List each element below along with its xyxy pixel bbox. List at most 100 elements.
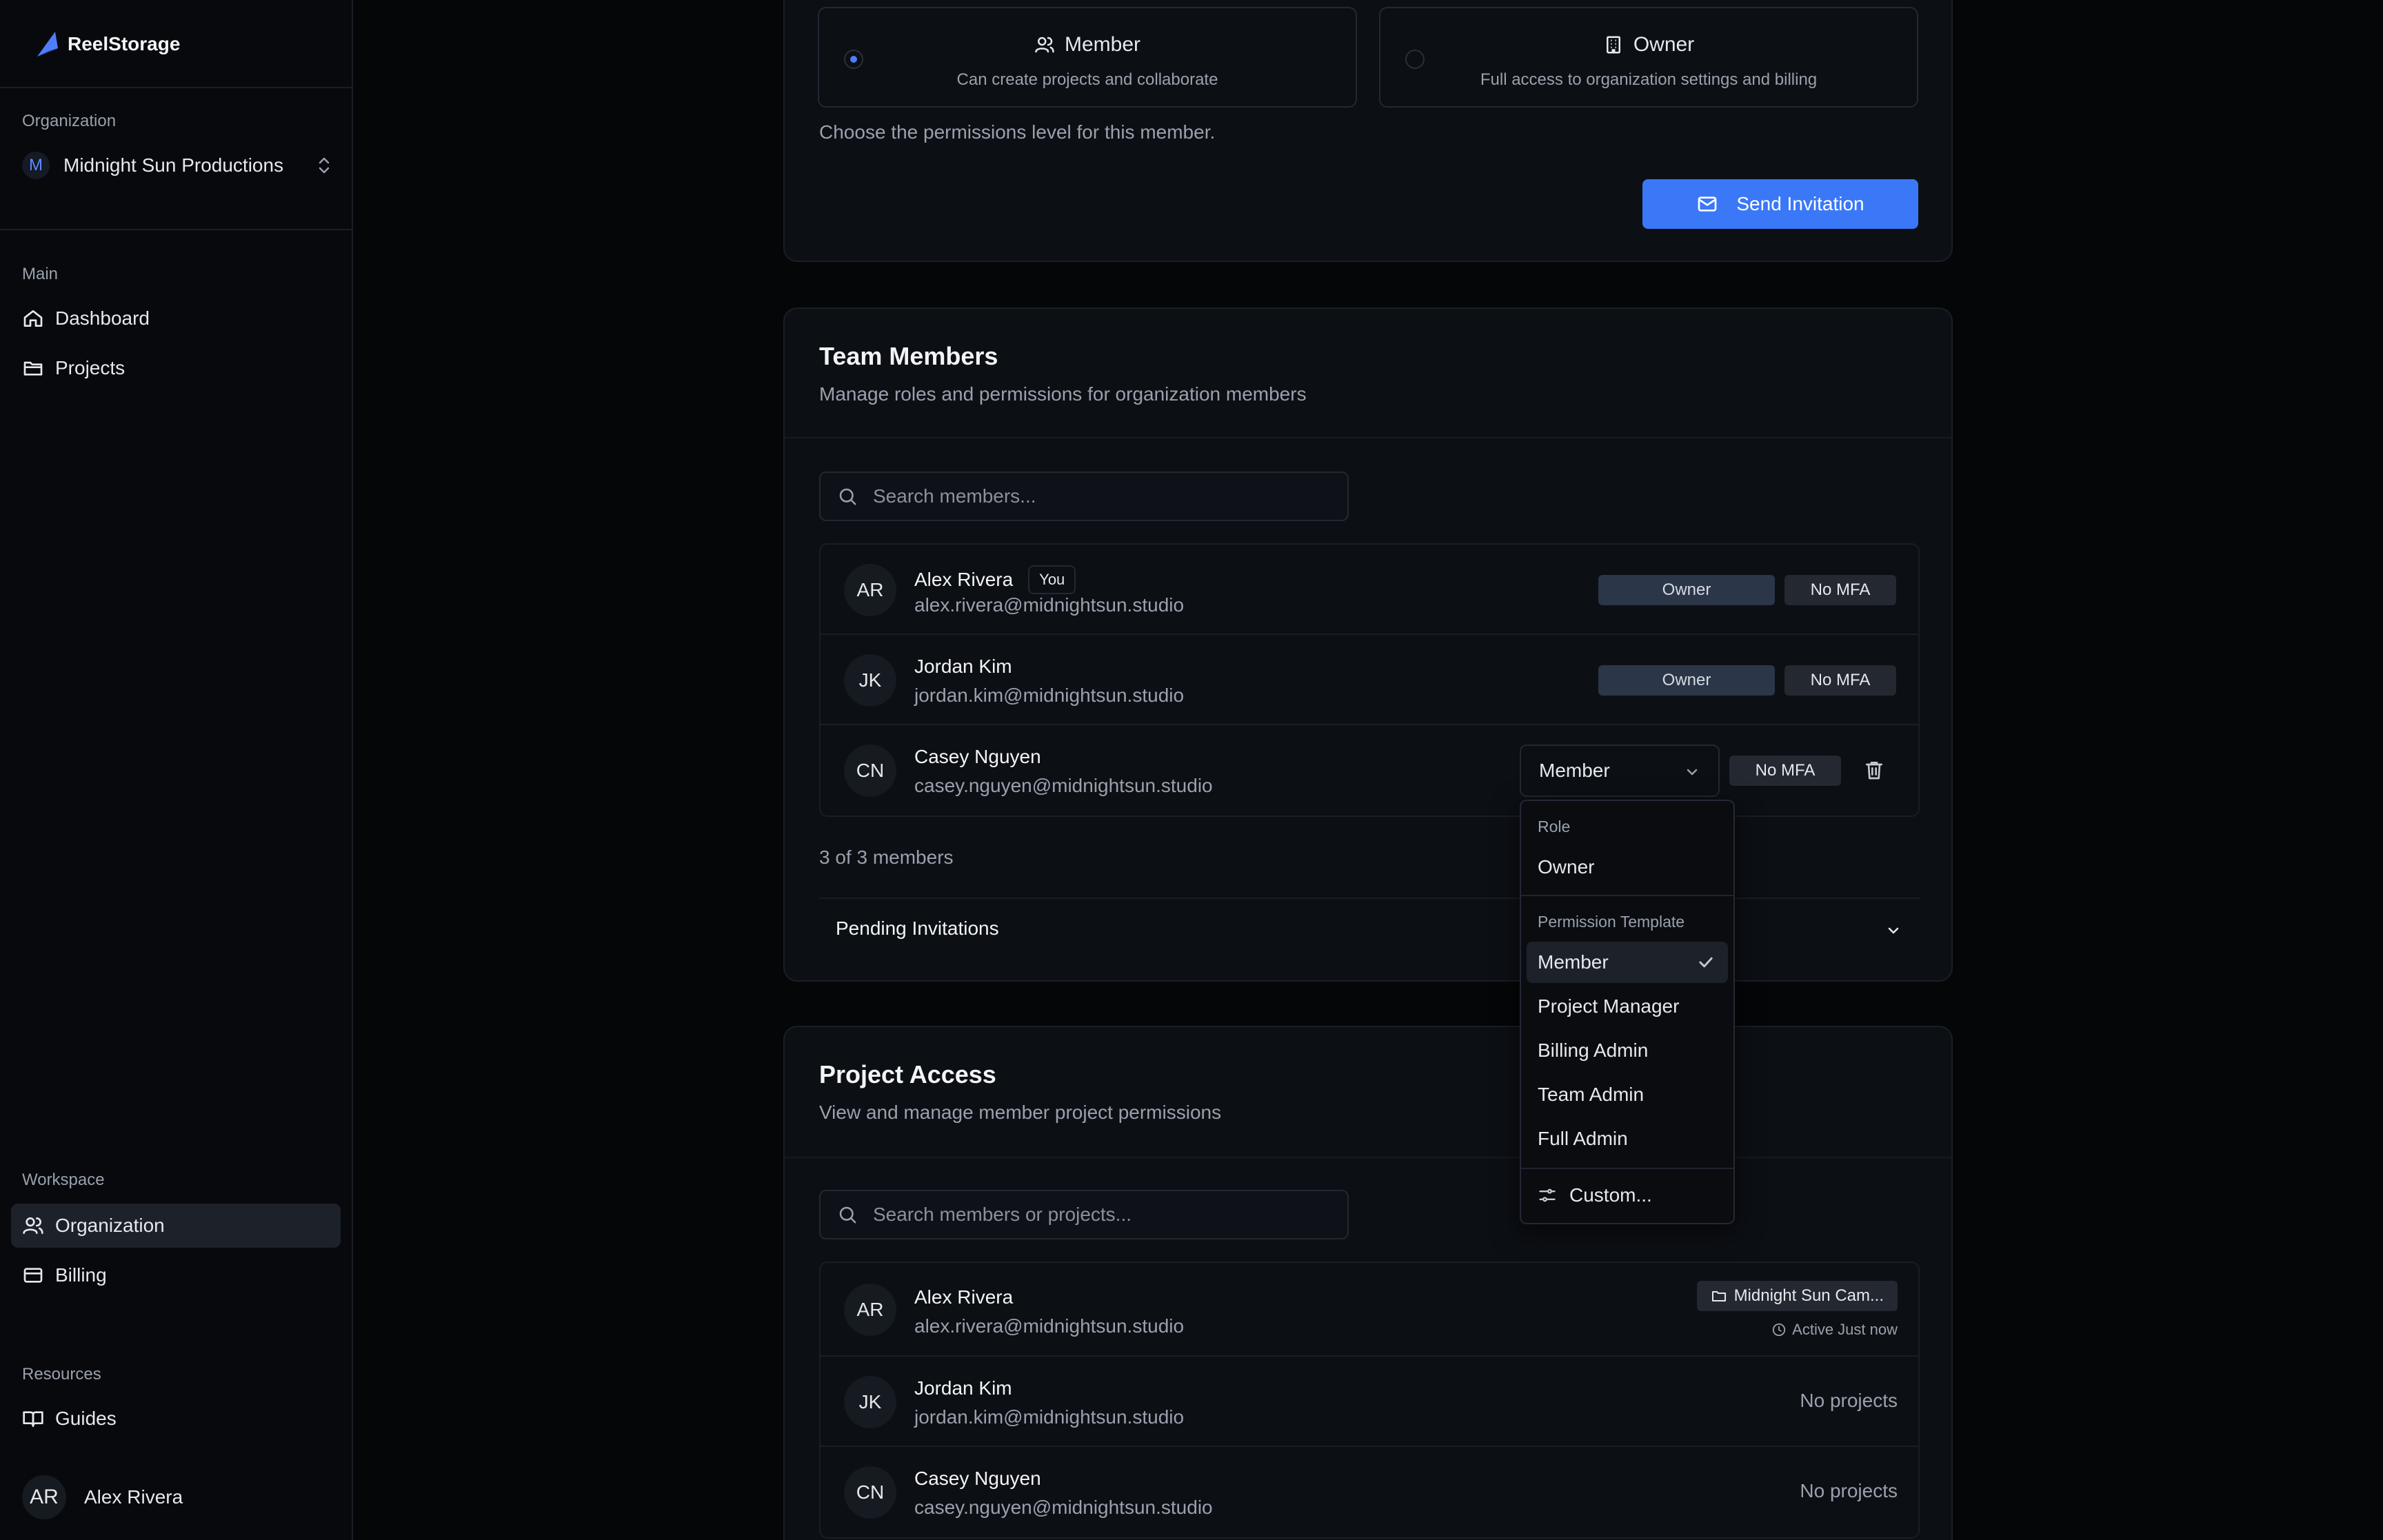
dropdown-separator xyxy=(1521,1168,1733,1169)
card-title: Team Members xyxy=(819,342,998,370)
user-name: Alex Rivera xyxy=(84,1486,183,1508)
mail-icon xyxy=(1698,196,1717,212)
users-icon xyxy=(1035,37,1054,53)
permissions-hint: Choose the permissions level for this me… xyxy=(819,121,1216,143)
project-tag[interactable]: Midnight Sun Cam... xyxy=(1696,1281,1898,1311)
dropdown-item-full-admin[interactable]: Full Admin xyxy=(1527,1118,1728,1159)
activity-text: Active Just now xyxy=(1792,1321,1898,1338)
project-access-card: Project Access View and manage member pr… xyxy=(783,1026,1953,1540)
member-name: Alex Rivera xyxy=(914,569,1014,590)
role-option-owner[interactable]: Owner Full access to organization settin… xyxy=(1379,7,1918,108)
role-owner-title: Owner xyxy=(1633,33,1695,56)
clock-icon xyxy=(1772,1323,1786,1337)
invite-member-card: Member Can create projects and collabora… xyxy=(783,0,1953,262)
activity-status: Active Just now xyxy=(1771,1321,1898,1339)
access-row: CN Casey Nguyen casey.nguyen@midnightsun… xyxy=(821,1447,1918,1537)
radio-selected-dot xyxy=(850,56,857,63)
brand-logo[interactable]: ReelStorage xyxy=(34,30,180,58)
avatar: AR xyxy=(844,1284,896,1336)
member-row: AR Alex Rivera You alex.rivera@midnights… xyxy=(821,545,1918,635)
member-email: casey.nguyen@midnightsun.studio xyxy=(914,1497,1213,1518)
building-icon xyxy=(1606,36,1620,54)
role-member-title: Member xyxy=(1064,33,1141,56)
member-email: casey.nguyen@midnightsun.studio xyxy=(914,775,1213,796)
organization-section-label: Organization xyxy=(22,112,117,130)
search-input[interactable] xyxy=(873,1204,1314,1226)
role-option-title: Member xyxy=(819,33,1356,57)
check-icon xyxy=(1699,957,1713,968)
member-name-line: Casey Nguyen xyxy=(914,746,1041,768)
mfa-badge: No MFA xyxy=(1729,756,1841,786)
nav-item-billing[interactable]: Billing xyxy=(11,1253,341,1297)
organization-name: Midnight Sun Productions xyxy=(63,154,284,176)
credit-card-icon xyxy=(23,1268,43,1283)
member-row: CN Casey Nguyen casey.nguyen@midnightsun… xyxy=(821,725,1918,815)
card-divider xyxy=(785,437,1951,438)
dropdown-item-billing-admin[interactable]: Billing Admin xyxy=(1527,1030,1728,1071)
project-search[interactable] xyxy=(819,1190,1349,1239)
avatar: JK xyxy=(844,1376,896,1428)
search-icon xyxy=(839,1206,856,1224)
pending-invitations-toggle[interactable]: Pending Invitations xyxy=(819,898,1920,958)
member-name: Casey Nguyen xyxy=(914,746,1041,767)
member-email: jordan.kim@midnightsun.studio xyxy=(914,1406,1185,1428)
brand-name: ReelStorage xyxy=(68,33,181,54)
no-projects-text: No projects xyxy=(1800,1480,1898,1501)
team-members-card: Team Members Manage roles and permission… xyxy=(783,307,1953,982)
project-name: Midnight Sun Cam... xyxy=(1733,1286,1884,1305)
chevron-down-icon xyxy=(1687,769,1698,776)
avatar: JK xyxy=(844,654,896,707)
avatar: AR xyxy=(844,564,896,616)
role-badge: Owner xyxy=(1598,575,1775,605)
card-divider xyxy=(785,1157,1951,1158)
book-icon xyxy=(23,1411,43,1427)
search-input[interactable] xyxy=(873,485,1314,507)
member-name: Jordan Kim xyxy=(914,1377,1012,1399)
search-icon xyxy=(839,488,856,505)
dropdown-item-member[interactable]: Member xyxy=(1527,942,1728,983)
avatar: AR xyxy=(22,1475,66,1519)
nav-label: Guides xyxy=(55,1408,117,1429)
avatar: CN xyxy=(844,1466,896,1519)
member-name: Jordan Kim xyxy=(914,656,1012,677)
member-email: alex.rivera@midnightsun.studio xyxy=(914,594,1185,616)
no-projects-text: No projects xyxy=(1800,1390,1898,1411)
member-search[interactable] xyxy=(819,472,1349,521)
role-select[interactable]: Member xyxy=(1520,744,1720,797)
sliders-icon xyxy=(1539,1188,1556,1202)
sidebar-divider xyxy=(0,87,352,88)
nav-item-organization[interactable]: Organization xyxy=(11,1204,341,1248)
dropdown-item-custom[interactable]: Custom... xyxy=(1527,1175,1728,1216)
nav-item-projects[interactable]: Projects xyxy=(11,346,341,390)
role-dropdown-menu: Role Owner Permission Template Member Pr… xyxy=(1520,800,1735,1224)
member-email: jordan.kim@midnightsun.studio xyxy=(914,685,1185,706)
chevron-up-down-icon xyxy=(319,157,330,174)
card-title: Project Access xyxy=(819,1060,996,1088)
folder-icon xyxy=(1711,1291,1726,1301)
user-menu[interactable]: AR Alex Rivera xyxy=(22,1475,183,1519)
users-icon xyxy=(23,1217,43,1234)
mfa-badge: No MFA xyxy=(1784,665,1896,696)
dropdown-item-project-manager[interactable]: Project Manager xyxy=(1527,986,1728,1027)
nav-label: Dashboard xyxy=(55,307,150,329)
nav-label: Organization xyxy=(55,1215,165,1236)
chevron-down-icon xyxy=(1888,927,1899,934)
resources-section-label: Resources xyxy=(22,1365,101,1384)
dropdown-section-label: Role xyxy=(1538,818,1571,835)
trash-icon[interactable] xyxy=(1863,758,1885,782)
workspace-section-label: Workspace xyxy=(22,1171,105,1189)
nav-item-dashboard[interactable]: Dashboard xyxy=(11,296,341,341)
main-section-label: Main xyxy=(22,265,59,283)
organization-switcher[interactable]: M Midnight Sun Productions xyxy=(22,150,332,181)
dropdown-item-owner[interactable]: Owner xyxy=(1527,847,1728,888)
role-option-member[interactable]: Member Can create projects and collabora… xyxy=(818,7,1357,108)
nav-label: Projects xyxy=(55,357,125,378)
nav-item-guides[interactable]: Guides xyxy=(11,1397,341,1441)
dropdown-separator xyxy=(1521,895,1733,896)
dropdown-item-team-admin[interactable]: Team Admin xyxy=(1527,1074,1728,1115)
reelstorage-logo-icon xyxy=(37,32,58,57)
member-email: alex.rivera@midnightsun.studio xyxy=(914,1315,1185,1337)
member-list: AR Alex Rivera You alex.rivera@midnights… xyxy=(819,543,1920,817)
member-name: Casey Nguyen xyxy=(914,1468,1041,1489)
send-invitation-button[interactable]: Send Invitation xyxy=(1642,179,1918,229)
